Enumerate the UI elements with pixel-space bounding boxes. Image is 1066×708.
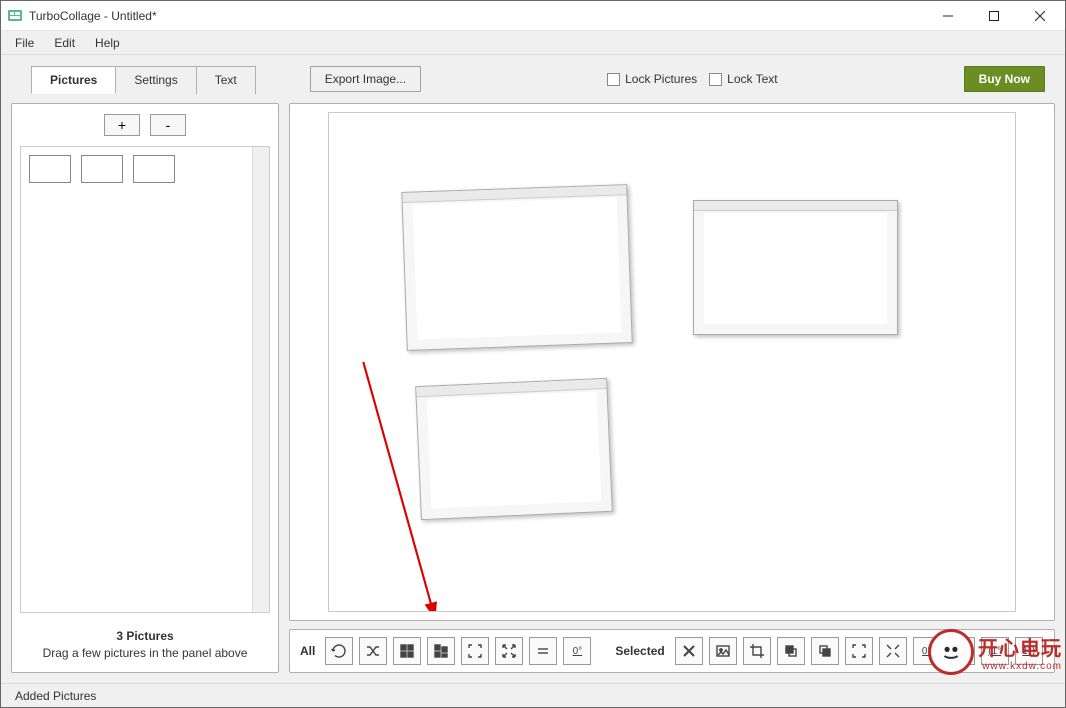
lock-text-label: Lock Text (727, 72, 777, 86)
menubar: File Edit Help (1, 31, 1065, 55)
fit-corners-button[interactable] (461, 637, 489, 665)
checkbox-icon (709, 73, 722, 86)
pictures-summary: 3 Pictures Drag a few pictures in the pa… (12, 621, 278, 672)
selected-label: Selected (615, 644, 664, 658)
canvas-area[interactable] (289, 103, 1055, 621)
body: + - 3 Pictures Drag a few pictures in th… (1, 103, 1065, 683)
rotate-minus1-button[interactable]: (1° (981, 637, 1009, 665)
collage-picture[interactable] (415, 378, 613, 521)
window-close-button[interactable] (1017, 1, 1063, 30)
thumbnail[interactable] (29, 155, 71, 183)
remove-picture-button[interactable]: - (150, 114, 186, 136)
window-title: TurboCollage - Untitled* (29, 9, 925, 23)
window-maximize-button[interactable] (971, 1, 1017, 30)
menu-file[interactable]: File (5, 34, 44, 52)
equalize-button[interactable] (529, 637, 557, 665)
tab-settings[interactable]: Settings (116, 66, 196, 94)
tab-pictures[interactable]: Pictures (31, 66, 116, 94)
grid-2x2-button[interactable] (393, 637, 421, 665)
delete-button[interactable] (675, 637, 703, 665)
picture-hint: Drag a few pictures in the panel above (22, 646, 268, 660)
grid-offset-button[interactable] (427, 637, 455, 665)
rotate-ccw-button[interactable] (947, 637, 975, 665)
refresh-button[interactable] (325, 637, 353, 665)
titlebar: TurboCollage - Untitled* (1, 1, 1065, 31)
top-toolbar: Pictures Settings Text Export Image... L… (1, 55, 1065, 103)
bring-front-button[interactable] (777, 637, 805, 665)
app-window: TurboCollage - Untitled* File Edit Help … (0, 0, 1066, 708)
lock-text-checkbox[interactable]: Lock Text (709, 72, 777, 86)
thumbnail[interactable] (81, 155, 123, 183)
expand-button[interactable] (495, 637, 523, 665)
export-image-button[interactable]: Export Image... (310, 66, 421, 92)
thumbnail[interactable] (133, 155, 175, 183)
bottom-toolbar: All 0° Selected 0° (1° (289, 629, 1055, 673)
collage-picture[interactable] (402, 184, 634, 351)
statusbar: Added Pictures (1, 683, 1065, 707)
status-text: Added Pictures (15, 689, 96, 703)
checkbox-icon (607, 73, 620, 86)
left-tabs: Pictures Settings Text (31, 65, 256, 93)
collage-picture[interactable] (693, 200, 899, 334)
menu-edit[interactable]: Edit (44, 34, 85, 52)
shuffle-button[interactable] (359, 637, 387, 665)
fit-selected-button[interactable] (845, 637, 873, 665)
rotate-0-selected-button[interactable]: 0° (913, 637, 941, 665)
app-icon (7, 8, 23, 24)
annotation-arrow (329, 113, 1015, 611)
buy-now-button[interactable]: Buy Now (964, 66, 1045, 92)
all-label: All (300, 644, 315, 658)
lock-pictures-checkbox[interactable]: Lock Pictures (607, 72, 697, 86)
picture-thumbnails[interactable] (20, 146, 270, 613)
right-area: All 0° Selected 0° (1° (289, 103, 1055, 673)
crop-button[interactable] (743, 637, 771, 665)
lock-pictures-label: Lock Pictures (625, 72, 697, 86)
picture-count-label: 3 Pictures (22, 629, 268, 643)
image-button[interactable] (709, 637, 737, 665)
add-picture-button[interactable]: + (104, 114, 140, 136)
send-back-button[interactable] (811, 637, 839, 665)
rotate-plus1-button[interactable]: 1°) (1015, 637, 1043, 665)
menu-help[interactable]: Help (85, 34, 130, 52)
collage-canvas[interactable] (328, 112, 1016, 612)
pictures-panel: + - 3 Pictures Drag a few pictures in th… (11, 103, 279, 673)
window-minimize-button[interactable] (925, 1, 971, 30)
expand-selected-button[interactable] (879, 637, 907, 665)
rotate-0-button[interactable]: 0° (563, 637, 591, 665)
tab-text[interactable]: Text (197, 66, 256, 94)
